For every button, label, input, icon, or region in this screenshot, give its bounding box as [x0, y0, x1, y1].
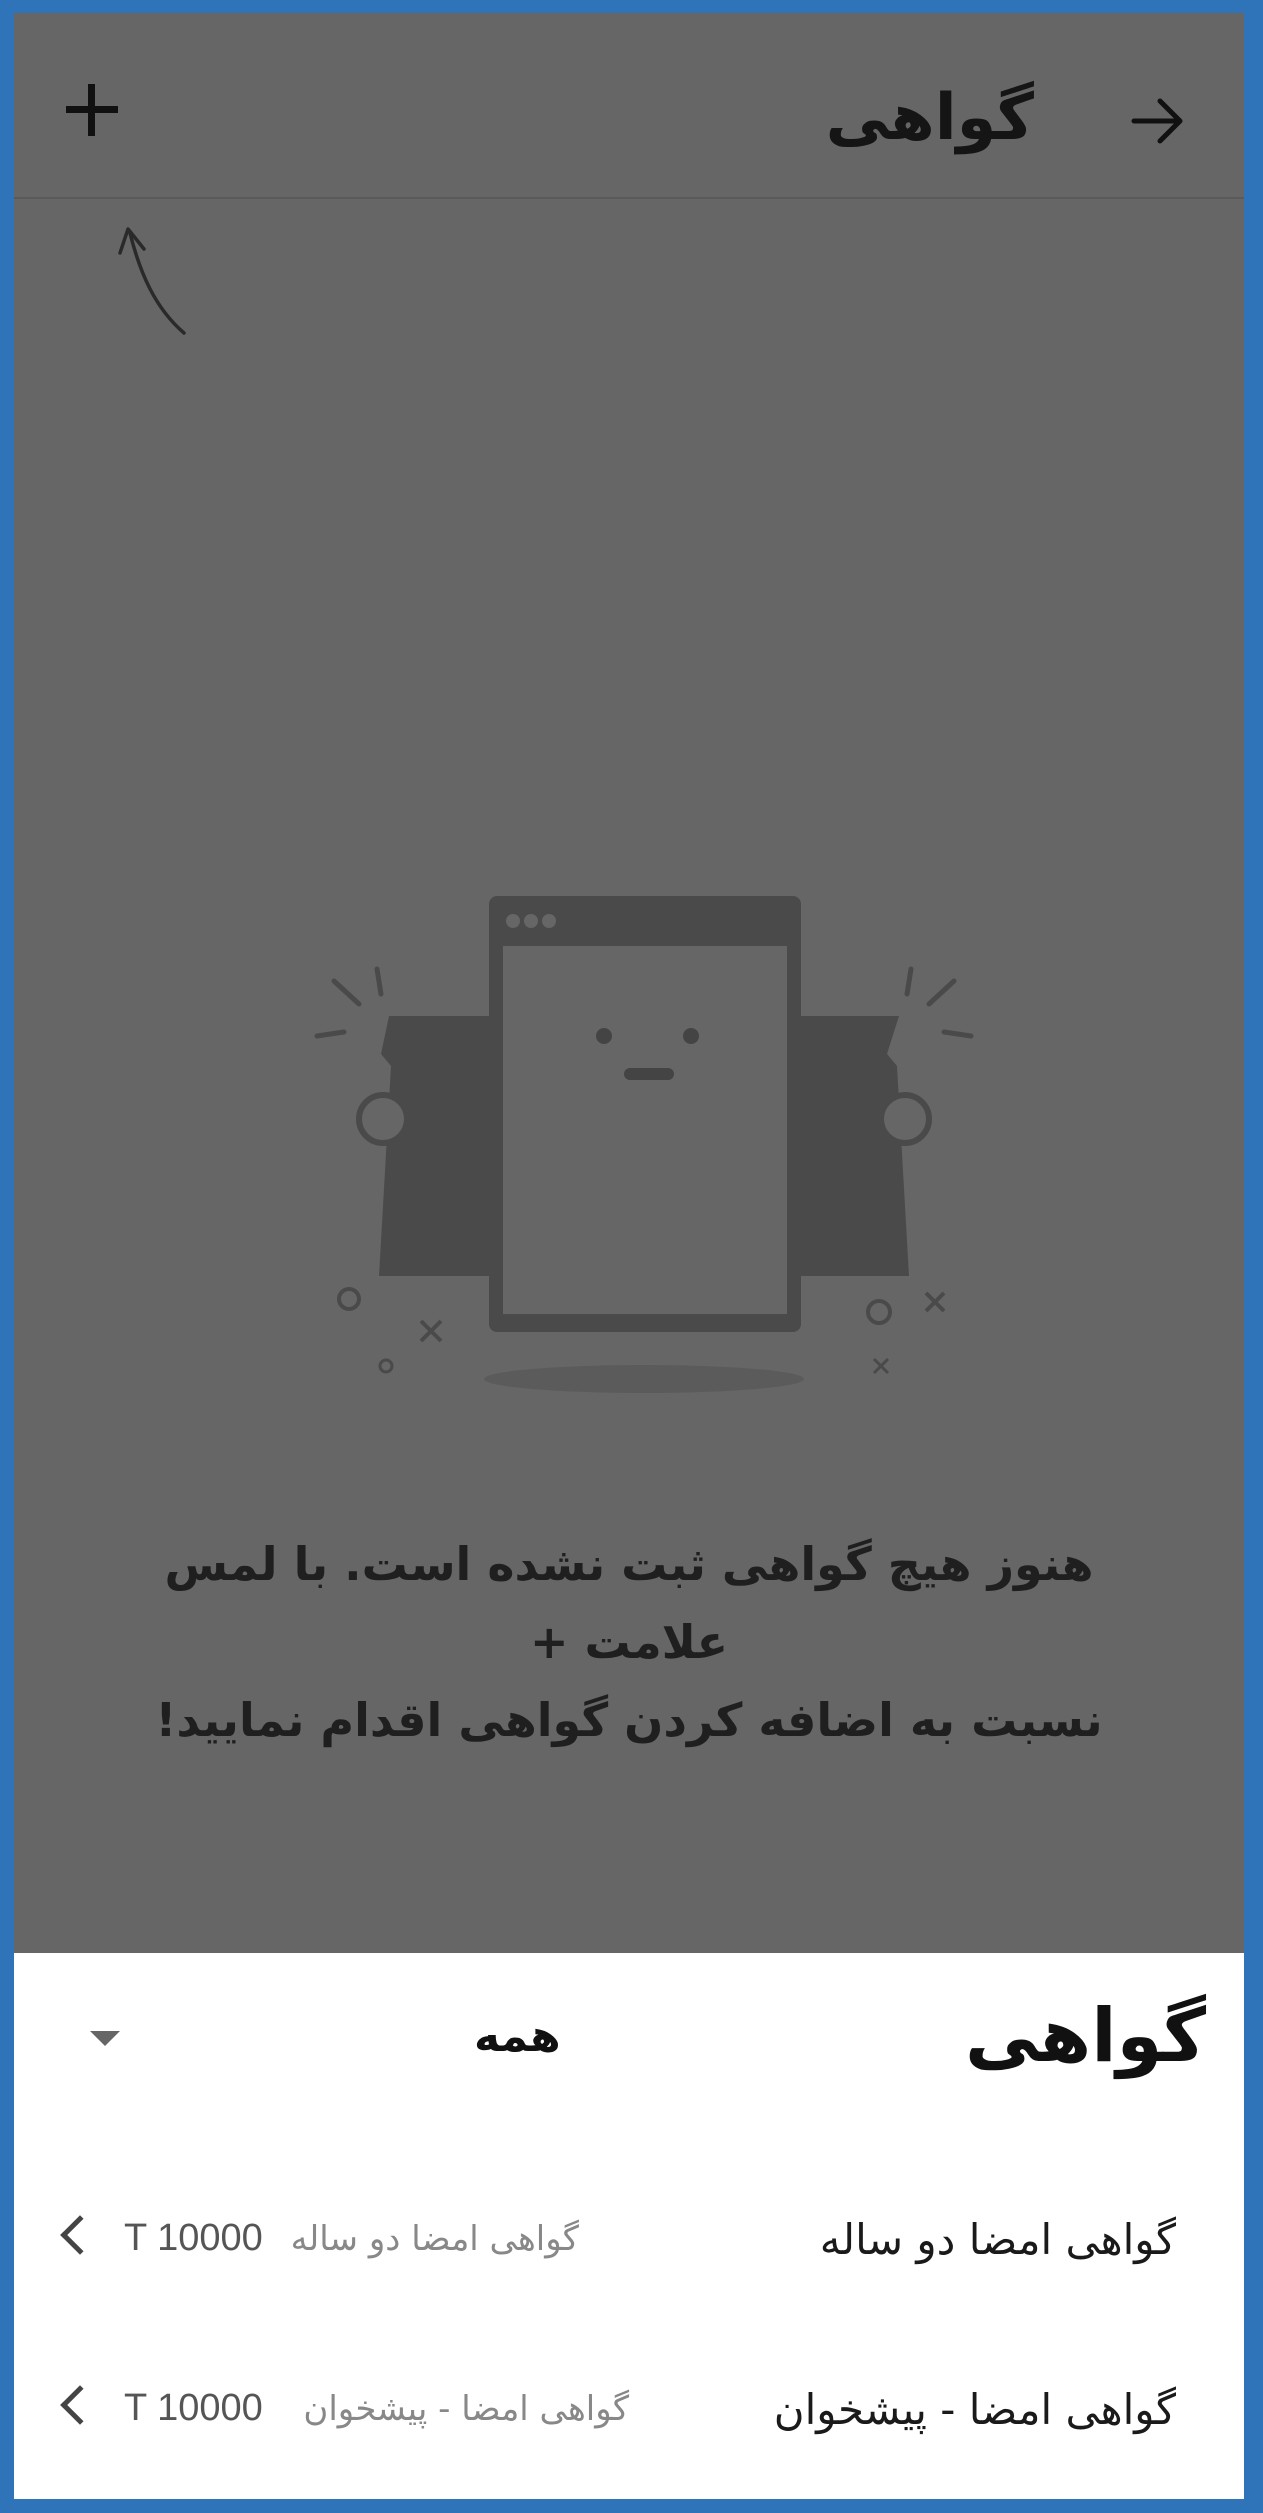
certificate-item-pishkhan[interactable]: گواهی امضا - پیشخوان گواهی امضا - پیشخوا… [14, 2335, 1244, 2485]
item-price: T 10000 [124, 2217, 263, 2259]
item-name: گواهی امضا دو ساله [819, 2215, 1176, 2264]
item-subtitle: گواهی امضا دو ساله [290, 2219, 579, 2259]
page-title: گواهی [825, 81, 1034, 155]
filter-dropdown[interactable]: همه [54, 2001, 814, 2091]
filter-selected-value: همه [474, 2011, 561, 2062]
certificate-item-two-year[interactable]: گواهی امضا دو ساله گواهی امضا دو ساله T … [14, 2165, 1244, 2315]
hint-arrow-icon [118, 227, 186, 335]
empty-state-line-2: نسبت به اضافه کردن گواهی اقدام نمایید! [155, 1693, 1103, 1747]
chevron-left-icon [60, 2385, 100, 2425]
add-certificate-button[interactable] [58, 78, 130, 150]
caret-down-icon [90, 2031, 120, 2046]
empty-state-message: هنوز هیچ گواهی ثبت نشده است. با لمس علام… [94, 1525, 1164, 1759]
app-screen: گواهی هنوز هیچ گواهی ثبت نشده است. با لم… [14, 13, 1244, 2499]
empty-state-line-1: هنوز هیچ گواهی ثبت نشده است. با لمس علام… [164, 1537, 1094, 1669]
arrow-right-icon [1131, 98, 1183, 144]
item-name: گواهی امضا - پیشخوان [773, 2385, 1176, 2434]
item-subtitle: گواهی امضا - پیشخوان [303, 2389, 629, 2429]
empty-state-illustration [314, 896, 974, 1393]
chevron-left-icon [60, 2215, 100, 2255]
certificate-bottom-sheet: گواهی همه گواهی امضا دو ساله گواهی امضا … [14, 1953, 1244, 2499]
sheet-title: گواهی [965, 1993, 1206, 2079]
back-button[interactable] [1128, 91, 1188, 151]
app-bar: گواهی [14, 13, 1244, 199]
item-price: T 10000 [124, 2387, 263, 2429]
